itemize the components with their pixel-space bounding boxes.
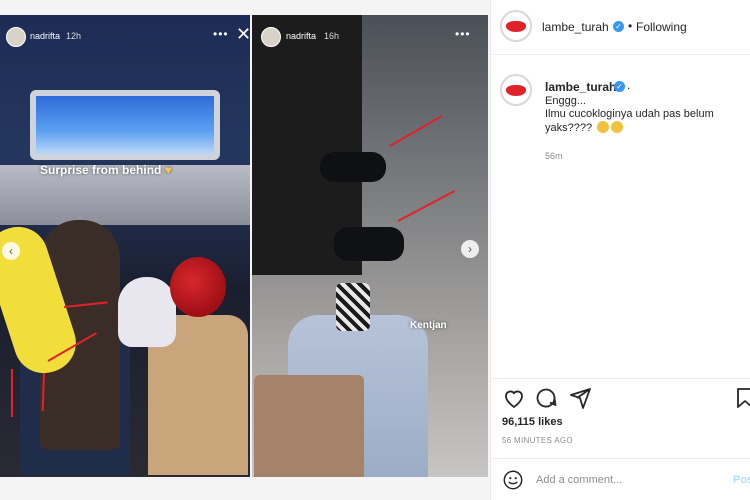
comment-avatar[interactable]: [500, 74, 532, 106]
story-time-right: 16h: [324, 31, 340, 41]
story-caption-left: Surprise from behind ♥: [40, 163, 172, 177]
car-sunroof: [30, 90, 220, 160]
lips-logo-icon: [506, 84, 526, 96]
comment-timestamp: 56m: [545, 151, 563, 161]
following-button[interactable]: Following: [636, 20, 687, 34]
comment-author[interactable]: lambe_turah: [545, 80, 616, 94]
caption-line: Enggg...: [545, 95, 586, 107]
thinking-emoji-icon: [611, 121, 624, 133]
story-time-left: 12h: [66, 31, 82, 41]
brown-bag: [254, 375, 364, 477]
story-caption-right: Kentjan: [410, 320, 447, 331]
story-username-left[interactable]: nadrifta: [30, 31, 60, 41]
heart-emoji-icon: ♥: [161, 163, 172, 177]
separator-dot: .: [627, 78, 631, 92]
chevron-left-icon[interactable]: ‹: [2, 242, 20, 260]
post-comment-button[interactable]: Post: [733, 474, 750, 486]
separator-dot: •: [628, 19, 633, 33]
share-icon[interactable]: [568, 386, 592, 410]
caption-line: Ilmu cucokloginya udah pas belum: [545, 108, 714, 120]
woman-hijab: [118, 277, 176, 347]
story-avatar-right[interactable]: [261, 27, 281, 47]
more-horizontal-icon[interactable]: •••: [213, 27, 229, 41]
chevron-right-icon[interactable]: ›: [461, 240, 479, 258]
story-avatar-left[interactable]: [6, 27, 26, 47]
account-username[interactable]: lambe_turah: [542, 20, 609, 34]
close-icon[interactable]: ✕: [236, 24, 251, 45]
more-horizontal-icon[interactable]: •••: [455, 27, 471, 41]
striped-sock: [336, 283, 370, 331]
black-shoe: [334, 227, 404, 261]
comment-icon[interactable]: [534, 386, 558, 410]
post-timestamp: 56 MINUTES AGO: [502, 436, 573, 445]
story-photo-left: [0, 15, 250, 477]
comment-input[interactable]: Add a comment...: [536, 474, 622, 486]
caption-line: yaks????: [545, 121, 740, 135]
rose-bouquet: [170, 257, 226, 317]
bookmark-icon[interactable]: [733, 386, 750, 410]
account-avatar[interactable]: [500, 10, 532, 42]
verified-badge-icon: ✓: [614, 81, 625, 92]
caption-text: Enggg... Ilmu cucokloginya udah pas belu…: [545, 95, 740, 135]
verified-badge-icon: ✓: [613, 21, 624, 32]
story-username-right[interactable]: nadrifta: [286, 31, 316, 41]
story-photo-right: [252, 15, 488, 477]
annotation-arrow: [11, 369, 13, 417]
heart-icon[interactable]: [502, 386, 526, 410]
like-count[interactable]: 96,115 likes: [502, 416, 563, 428]
black-shoe: [320, 152, 386, 182]
smile-emoji-icon[interactable]: [502, 469, 524, 491]
lips-logo-icon: [506, 20, 526, 32]
thinking-emoji-icon: [597, 121, 610, 133]
